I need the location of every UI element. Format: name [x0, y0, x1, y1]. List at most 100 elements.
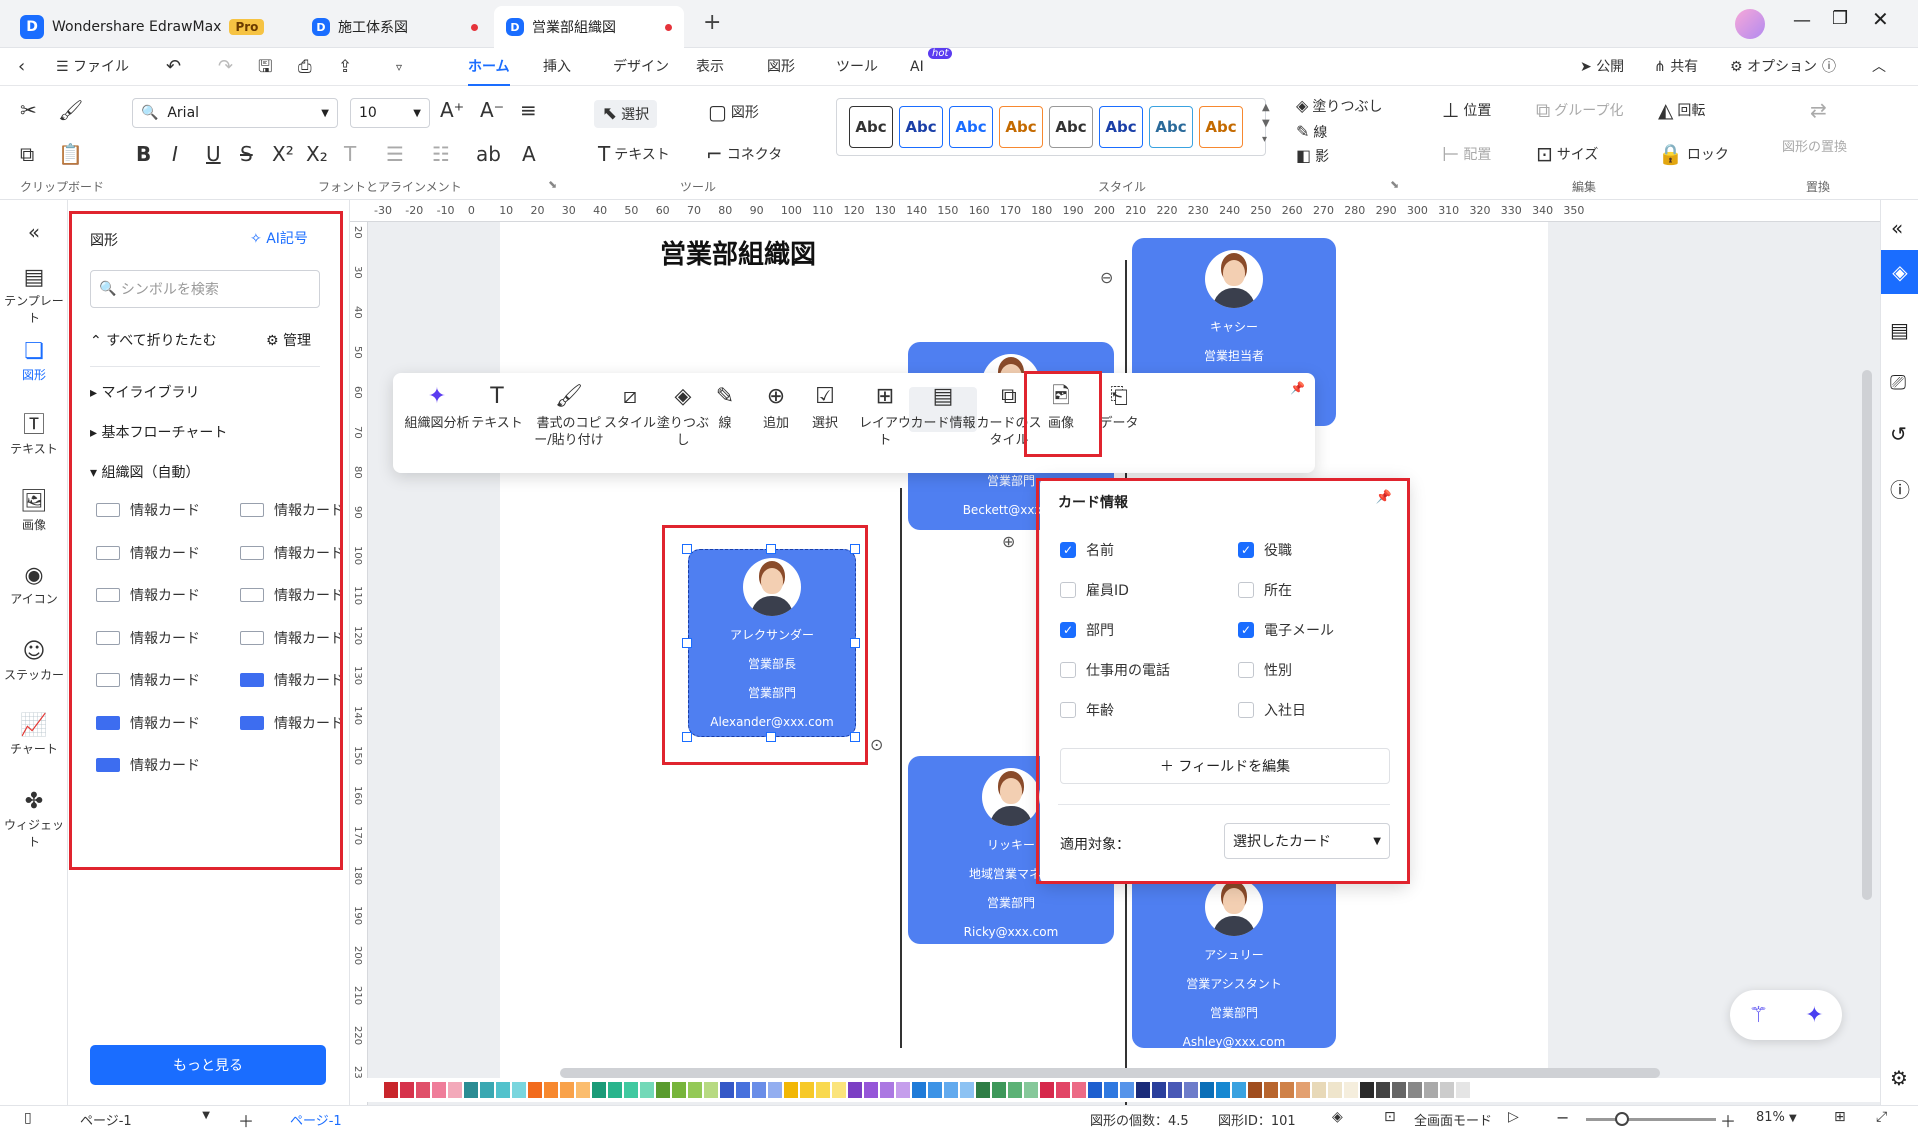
- info-card-shape[interactable]: 情報カード: [96, 713, 200, 733]
- superscript-icon[interactable]: X²: [272, 144, 294, 164]
- resize-handle[interactable]: [850, 732, 860, 742]
- info-card-shape[interactable]: 情報カード: [96, 543, 200, 563]
- nav-icons[interactable]: ◉ アイコン: [0, 565, 68, 607]
- color-swatch[interactable]: [592, 1082, 606, 1098]
- info-card-shape[interactable]: 情報カード: [240, 628, 344, 648]
- file-menu[interactable]: ☰ ファイル: [56, 48, 129, 86]
- shape-button[interactable]: ▢ 図形: [708, 102, 759, 122]
- replace-shape-icon[interactable]: ⇄: [1810, 98, 1827, 122]
- color-swatch[interactable]: [800, 1082, 814, 1098]
- pin-icon[interactable]: 📌: [1376, 490, 1392, 505]
- new-tab-plus-icon[interactable]: +: [703, 10, 721, 35]
- position-button[interactable]: ⊥ 位置: [1442, 100, 1491, 120]
- nav-templates[interactable]: ▤ テンプレート: [0, 267, 68, 326]
- style-abc-8[interactable]: Abc: [1199, 106, 1243, 148]
- info-card-shape[interactable]: 情報カード: [96, 670, 200, 690]
- float-tool-4[interactable]: ◈ 塗りつぶし: [655, 386, 711, 449]
- bullet-icon[interactable]: ☷: [432, 144, 450, 164]
- info-card-shape[interactable]: 情報カード: [240, 713, 344, 733]
- fit-page-icon[interactable]: ⊞: [1834, 1109, 1846, 1125]
- info-card-shape[interactable]: 情報カード: [96, 755, 200, 775]
- lib-my-library[interactable]: ▸ マイライブラリ: [90, 382, 199, 402]
- color-swatch[interactable]: [1232, 1082, 1246, 1098]
- redo-icon[interactable]: ↷: [218, 48, 233, 86]
- resize-handle[interactable]: [682, 638, 692, 648]
- color-swatch[interactable]: [752, 1082, 766, 1098]
- color-swatch[interactable]: [640, 1082, 654, 1098]
- color-swatch[interactable]: [1248, 1082, 1262, 1098]
- symbol-search-input[interactable]: 🔍 シンボルを検索: [90, 270, 320, 308]
- app-tab[interactable]: D Wondershare EdrawMax Pro: [8, 6, 298, 48]
- color-swatch[interactable]: [1296, 1082, 1310, 1098]
- underline-icon[interactable]: U: [206, 144, 221, 164]
- info-card-shape[interactable]: 情報カード: [240, 585, 344, 605]
- add-page-icon[interactable]: ＋: [238, 1108, 254, 1132]
- float-tool-9[interactable]: ▤ カード情報: [909, 386, 977, 432]
- ai-symbol-button[interactable]: ✧ AI記号: [250, 228, 308, 248]
- menu-shape[interactable]: 図形: [767, 48, 795, 86]
- font-dialog-icon[interactable]: ⬊: [548, 178, 557, 191]
- help-icon[interactable]: ⓘ: [1822, 48, 1836, 86]
- color-swatch[interactable]: [896, 1082, 910, 1098]
- fill-button[interactable]: ◈ 塗りつぶし: [1296, 96, 1382, 116]
- color-swatch[interactable]: [384, 1082, 398, 1098]
- float-tool-11[interactable]: 🖻 画像: [1037, 386, 1085, 432]
- float-tool-1[interactable]: T テキスト: [471, 386, 523, 432]
- field-checkbox[interactable]: 所在: [1238, 580, 1292, 600]
- manage-button[interactable]: ⚙ 管理: [266, 330, 311, 350]
- ai-sparkle-icon[interactable]: ✦: [1805, 1003, 1823, 1028]
- color-swatch[interactable]: [1264, 1082, 1278, 1098]
- checkbox-icon[interactable]: ✓: [1060, 622, 1076, 638]
- color-swatch[interactable]: [1136, 1082, 1150, 1098]
- page-view-icon[interactable]: ▯: [24, 1110, 32, 1126]
- float-tool-10[interactable]: ⧉ カードのスタイル: [973, 386, 1045, 449]
- resize-handle[interactable]: [850, 638, 860, 648]
- resize-handle[interactable]: [682, 544, 692, 554]
- select-button[interactable]: ⬉ 選択: [594, 100, 658, 128]
- color-swatch[interactable]: [944, 1082, 958, 1098]
- color-swatch[interactable]: [848, 1082, 862, 1098]
- color-swatch[interactable]: [1328, 1082, 1342, 1098]
- collapse-panel-icon[interactable]: «: [0, 220, 68, 244]
- field-checkbox[interactable]: ✓ 電子メール: [1238, 620, 1334, 640]
- checkbox-icon[interactable]: [1060, 702, 1076, 718]
- help-panel-icon[interactable]: ⓘ: [1890, 474, 1910, 503]
- nav-stickers[interactable]: ☺ ステッカー: [0, 641, 68, 683]
- expand-right-panel-icon[interactable]: «: [1891, 216, 1903, 240]
- color-swatch[interactable]: [1008, 1082, 1022, 1098]
- float-tool-7[interactable]: ☑ 選択: [805, 386, 845, 432]
- info-card-shape[interactable]: 情報カード: [96, 585, 200, 605]
- checkbox-icon[interactable]: [1238, 582, 1254, 598]
- checkbox-icon[interactable]: ✓: [1060, 542, 1076, 558]
- publish-button[interactable]: ➤ 公開: [1580, 48, 1624, 86]
- line-button[interactable]: ✎ 線: [1296, 122, 1327, 142]
- shrink-font-icon[interactable]: A⁻: [480, 100, 504, 120]
- menu-home[interactable]: ホーム: [468, 48, 510, 86]
- color-swatch[interactable]: [1216, 1082, 1230, 1098]
- color-swatch[interactable]: [1088, 1082, 1102, 1098]
- share-button[interactable]: ⋔ 共有: [1654, 48, 1698, 86]
- nav-image[interactable]: 🖼 画像: [0, 491, 68, 533]
- color-swatch[interactable]: [1152, 1082, 1166, 1098]
- format-panel-icon[interactable]: ◈: [1881, 250, 1918, 294]
- rotate-button[interactable]: ◭ 回転: [1658, 100, 1705, 120]
- page-tab[interactable]: ページ-1: [290, 1110, 342, 1129]
- ai-magic-icon[interactable]: ⚚: [1748, 1003, 1768, 1028]
- bold-icon[interactable]: B: [136, 144, 151, 164]
- checkbox-icon[interactable]: [1238, 702, 1254, 718]
- float-tool-3[interactable]: ⧄ スタイル: [603, 386, 657, 432]
- style-abc-1[interactable]: Abc: [849, 106, 893, 148]
- color-swatch[interactable]: [864, 1082, 878, 1098]
- collapse-ribbon-icon[interactable]: ︿: [1872, 48, 1886, 86]
- color-swatch[interactable]: [1072, 1082, 1086, 1098]
- line-spacing-icon[interactable]: ☰: [386, 144, 404, 164]
- size-button[interactable]: ⊡ サイズ: [1536, 144, 1598, 164]
- lock-button[interactable]: 🔒 ロック: [1658, 144, 1729, 164]
- replace-shape-label[interactable]: 図形の置換: [1782, 136, 1847, 155]
- cut-icon[interactable]: ✂: [20, 100, 37, 120]
- more-chevron-icon[interactable]: ▿: [396, 48, 402, 86]
- color-swatch[interactable]: [672, 1082, 686, 1098]
- minimize-icon[interactable]: —: [1793, 10, 1811, 31]
- color-swatch[interactable]: [704, 1082, 718, 1098]
- tab-document-1[interactable]: D 施工体系図: [300, 6, 490, 48]
